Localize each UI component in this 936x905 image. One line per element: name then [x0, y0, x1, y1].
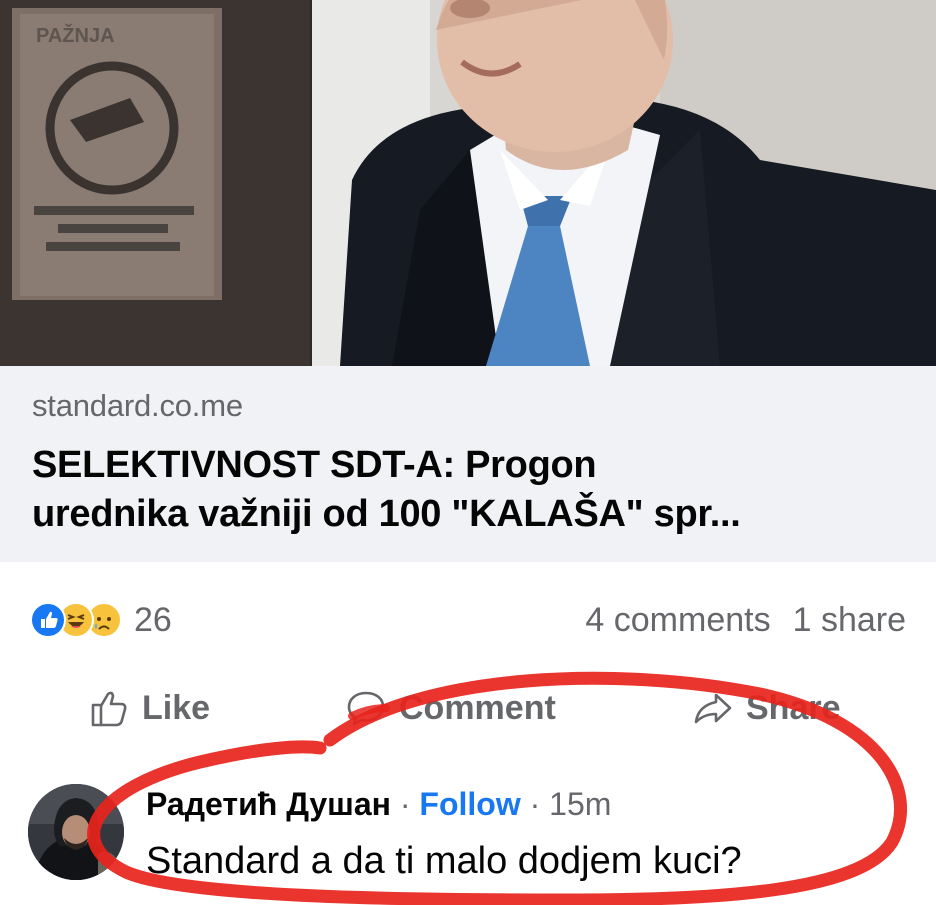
comment-header: Радетић Душан · Follow · 15m [146, 786, 611, 823]
link-domain: standard.co.me [32, 388, 243, 423]
link-title-line-2: urednika važniji od 100 "KALAŠA" spr... [32, 493, 741, 535]
speech-bubble-icon [347, 691, 385, 726]
shares-count-link[interactable]: 1 share [793, 601, 906, 640]
commenter-avatar[interactable] [28, 784, 124, 880]
sign-text: PAŽNJA [36, 23, 115, 47]
separator-dot: · [529, 786, 541, 822]
avatar-photo [28, 784, 124, 880]
like-reaction-icon [30, 602, 66, 638]
post-stats: 4 comments 1 share [585, 598, 906, 642]
like-button-label: Like [142, 688, 211, 727]
comment-button-label: Comment [399, 688, 556, 727]
link-preview[interactable]: standard.co.me SELEKTIVNOST SDT-A: Progo… [0, 366, 936, 562]
share-button[interactable]: Share [692, 680, 841, 736]
link-title[interactable]: SELEKTIVNOST SDT-A: Progon urednika važn… [32, 441, 912, 539]
commenter-name[interactable]: Радетић Душан [146, 786, 391, 822]
reaction-summary[interactable]: 26 [30, 598, 172, 642]
comment-button[interactable]: Comment [345, 680, 556, 736]
comments-count-link[interactable]: 4 comments [585, 601, 770, 640]
post-action-bar: Like Comment Share [0, 680, 936, 736]
comment-timestamp[interactable]: 15m [549, 786, 611, 822]
reaction-count: 26 [134, 600, 172, 639]
share-button-label: Share [746, 688, 841, 727]
post-photo[interactable]: PAŽNJA [0, 0, 936, 366]
like-button[interactable]: Like [88, 680, 210, 736]
comment: Радетић Душан · Follow · 15m Standard a … [0, 778, 936, 905]
comment-text: Standard a da ti malo dodjem kuci? [146, 840, 742, 882]
link-title-line-1: SELEKTIVNOST SDT-A: Progon [32, 444, 597, 486]
separator-dot: · [399, 786, 411, 822]
thumbs-up-icon [91, 691, 127, 727]
share-arrow-icon [694, 693, 732, 724]
follow-button[interactable]: Follow [419, 786, 520, 822]
